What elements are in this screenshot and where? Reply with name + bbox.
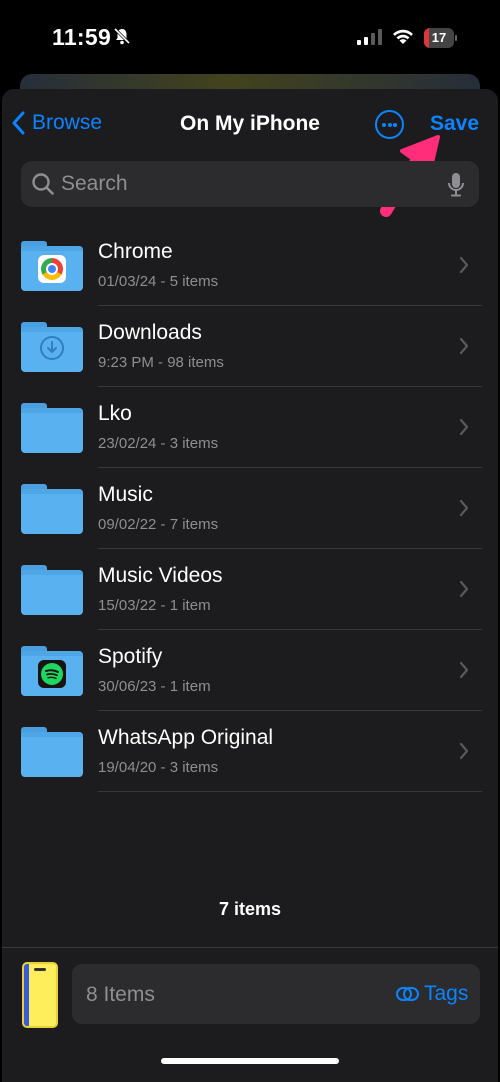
folder-meta: 01/03/24 - 5 items <box>98 273 219 290</box>
chevron-right-icon <box>459 742 469 760</box>
divider <box>2 947 498 948</box>
battery-icon: 17 <box>424 28 457 48</box>
status-bar: 11:59 17 <box>0 0 500 72</box>
microphone-icon[interactable] <box>447 172 465 198</box>
chevron-right-icon <box>459 499 469 517</box>
folder-row-chrome[interactable]: Chrome 01/03/24 - 5 items <box>2 225 498 306</box>
save-items-field[interactable]: 8 Items Tags <box>72 964 480 1024</box>
folder-meta: 30/06/23 - 1 item <box>98 678 211 695</box>
folder-icon <box>21 727 83 777</box>
folder-row-spotify[interactable]: Spotify 30/06/23 - 1 item <box>2 630 498 711</box>
chevron-right-icon <box>459 256 469 274</box>
items-label: 8 Items <box>86 983 155 1006</box>
download-icon <box>40 336 64 360</box>
folder-meta: 19/04/20 - 3 items <box>98 759 219 776</box>
folder-row-downloads[interactable]: Downloads 9:23 PM - 98 items <box>2 306 498 387</box>
status-time: 11:59 <box>52 24 112 50</box>
folder-name: Music Videos <box>98 564 223 587</box>
chrome-icon <box>38 255 66 283</box>
tags-button[interactable]: Tags <box>396 982 468 1006</box>
folder-name: Downloads <box>98 321 202 344</box>
chevron-right-icon <box>459 337 469 355</box>
spotify-icon <box>38 660 66 688</box>
search-icon <box>32 173 54 195</box>
back-label: Browse <box>32 111 103 134</box>
search-bar <box>21 161 479 207</box>
back-button[interactable]: Browse <box>12 111 102 135</box>
wifi-icon <box>393 29 413 44</box>
folder-meta: 23/02/24 - 3 items <box>98 435 219 452</box>
folder-name: WhatsApp Original <box>98 726 274 749</box>
folder-icon <box>21 565 83 615</box>
folder-name: Lko <box>98 402 132 425</box>
folder-name: Chrome <box>98 240 173 263</box>
folder-meta: 09/02/22 - 7 items <box>98 516 219 533</box>
folder-row-whatsapp-original[interactable]: WhatsApp Original 19/04/20 - 3 items <box>2 711 498 792</box>
file-thumbnail <box>22 962 58 1028</box>
chevron-right-icon <box>459 418 469 436</box>
tag-icon <box>396 987 419 1001</box>
folder-meta: 9:23 PM - 98 items <box>98 354 224 371</box>
folder-list: Chrome 01/03/24 - 5 items Downloads 9:23… <box>2 225 498 792</box>
battery-percentage: 17 <box>431 30 447 45</box>
chevron-right-icon <box>459 580 469 598</box>
chevron-left-icon <box>12 111 25 135</box>
search-input[interactable] <box>61 161 431 207</box>
folder-row-lko[interactable]: Lko 23/02/24 - 3 items <box>2 387 498 468</box>
bell-slash-icon <box>113 27 131 45</box>
home-indicator <box>161 1058 339 1064</box>
folder-name: Music <box>98 483 153 506</box>
tags-label: Tags <box>424 982 469 1005</box>
folder-row-music-videos[interactable]: Music Videos 15/03/22 - 1 item <box>2 549 498 630</box>
folder-meta: 15/03/22 - 1 item <box>98 597 211 614</box>
file-browser-sheet: Browse On My iPhone Save Search Chrome 0… <box>2 89 498 1082</box>
folder-icon <box>21 403 83 453</box>
folder-row-music[interactable]: Music 09/02/22 - 7 items <box>2 468 498 549</box>
folder-icon <box>21 241 83 291</box>
item-count: 7 items <box>218 899 282 919</box>
folder-name: Spotify <box>98 645 163 668</box>
chevron-right-icon <box>459 661 469 679</box>
folder-icon <box>21 646 83 696</box>
folder-icon <box>21 484 83 534</box>
cellular-signal-icon <box>357 29 382 45</box>
folder-icon <box>21 322 83 372</box>
